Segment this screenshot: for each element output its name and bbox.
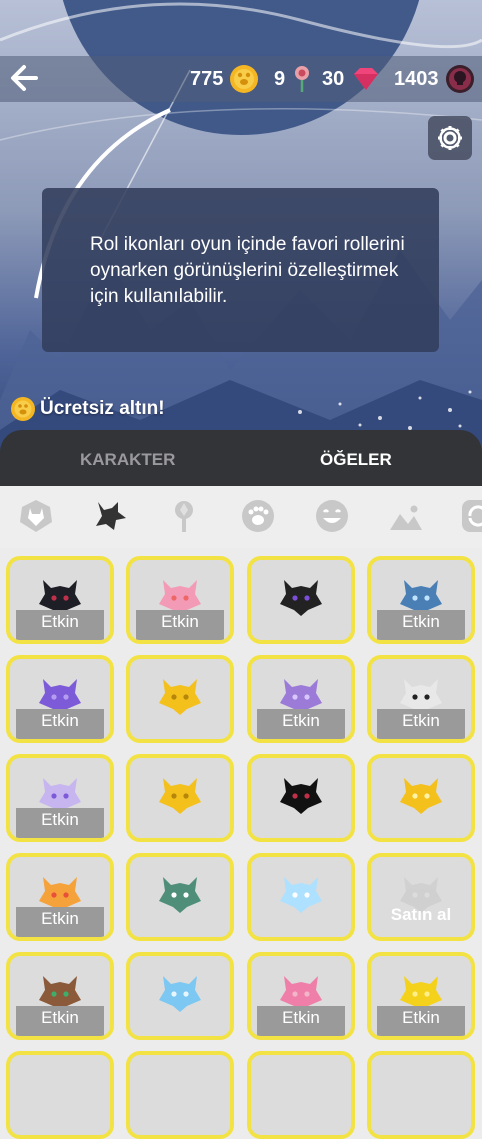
settings-button[interactable] xyxy=(428,116,472,160)
role-icon xyxy=(159,877,201,913)
item-wolf-purple[interactable]: Etkin xyxy=(247,655,355,743)
active-label: Etkin xyxy=(41,612,79,631)
item-faded-wolf[interactable]: Satın al xyxy=(367,853,475,941)
active-label: Etkin xyxy=(41,1008,79,1027)
tab-ogeler[interactable]: ÖĞELER xyxy=(320,450,392,470)
item-purple-eye[interactable]: Etkin xyxy=(6,754,114,842)
role-icon xyxy=(159,778,201,814)
role-icon xyxy=(159,976,201,1012)
item-white-spirit[interactable]: Etkin xyxy=(367,655,475,743)
active-label: Etkin xyxy=(402,1008,440,1027)
role-icon xyxy=(400,778,442,814)
gold-coin-icon xyxy=(230,65,259,93)
active-label: Etkin xyxy=(41,711,79,730)
info-text: Rol ikonları oyun içinde favori rollerin… xyxy=(90,234,405,307)
item-wolf-pink-bandage[interactable]: Etkin xyxy=(126,556,234,644)
item-yellow-eye[interactable] xyxy=(126,754,234,842)
rose-icon[interactable] xyxy=(164,496,204,536)
active-label: Etkin xyxy=(402,711,440,730)
buy-label: Satın al xyxy=(390,905,452,924)
gem-amount: 30 xyxy=(322,67,345,90)
item-partial[interactable] xyxy=(247,1051,355,1139)
item-orange-wolf-bones[interactable]: Etkin xyxy=(6,853,114,941)
points-amount: 1403 xyxy=(394,67,439,90)
back-button[interactable] xyxy=(6,58,46,98)
gem-icon xyxy=(354,68,379,90)
item-wolf-rainbow[interactable] xyxy=(247,556,355,644)
refresh-icon[interactable] xyxy=(458,496,482,536)
item-wolf-blue-ice[interactable]: Etkin xyxy=(367,556,475,644)
skull-token-icon xyxy=(445,65,474,93)
paw-icon[interactable] xyxy=(238,496,278,536)
landscape-icon[interactable] xyxy=(386,496,426,536)
role-icon-banner: 775 9 30 1403 Rol ikonları oyun içinde f… xyxy=(0,0,482,470)
item-dark-eye[interactable] xyxy=(247,754,355,842)
item-wolf-red-eyes[interactable]: Etkin xyxy=(6,556,114,644)
active-label: Etkin xyxy=(41,810,79,829)
gold-amount: 775 xyxy=(190,67,224,90)
item-gold-bones[interactable] xyxy=(367,754,475,842)
rose-amount: 9 xyxy=(274,67,286,90)
active-label: Etkin xyxy=(41,909,79,928)
category-bar xyxy=(0,486,482,548)
free-gold-button[interactable]: Ücretsiz altın! xyxy=(10,396,165,422)
active-label: Etkin xyxy=(161,612,199,631)
rose-counter[interactable]: 9 xyxy=(274,64,315,94)
item-ice-drop[interactable] xyxy=(126,952,234,1040)
emoji-icon[interactable] xyxy=(312,496,352,536)
active-label: Etkin xyxy=(282,1008,320,1027)
item-green-wolf-bones[interactable] xyxy=(126,853,234,941)
active-label: Etkin xyxy=(402,612,440,631)
role-icon xyxy=(280,580,322,616)
back-arrow-icon xyxy=(11,65,38,91)
tab-karakter[interactable]: KARAKTER xyxy=(80,450,175,470)
role-icon xyxy=(159,679,201,715)
points-counter[interactable]: 1403 xyxy=(394,64,475,94)
rose-icon xyxy=(295,66,310,92)
item-partial[interactable] xyxy=(6,1051,114,1139)
item-partial[interactable] xyxy=(367,1051,475,1139)
item-jester-hat[interactable]: Etkin xyxy=(367,952,475,1040)
item-ice-bones[interactable] xyxy=(247,853,355,941)
item-yellow-hood[interactable] xyxy=(126,655,234,743)
role-icon xyxy=(280,877,322,913)
item-grid: Etkin Etkin Etkin Etkin Etkin Etkin Etkin Etkin… xyxy=(0,548,482,1139)
info-box: Rol ikonları oyun içinde favori rollerin… xyxy=(42,188,439,352)
gold-counter[interactable]: 775 xyxy=(190,64,259,94)
active-label: Etkin xyxy=(282,711,320,730)
item-purple-hood[interactable]: Etkin xyxy=(6,655,114,743)
wolf-head-icon[interactable] xyxy=(16,496,56,536)
tab-bar: KARAKTER ÖĞELER xyxy=(0,430,482,486)
free-gold-label: Ücretsiz altın! xyxy=(40,398,165,419)
gem-counter[interactable]: 30 xyxy=(322,64,382,94)
item-brown-wolf[interactable]: Etkin xyxy=(6,952,114,1040)
wolf-icon[interactable] xyxy=(90,496,130,536)
gold-coin-icon xyxy=(11,397,35,421)
item-pink-unicorn[interactable]: Etkin xyxy=(247,952,355,1040)
gear-icon xyxy=(438,126,462,150)
item-partial[interactable] xyxy=(126,1051,234,1139)
role-icon xyxy=(280,778,322,814)
